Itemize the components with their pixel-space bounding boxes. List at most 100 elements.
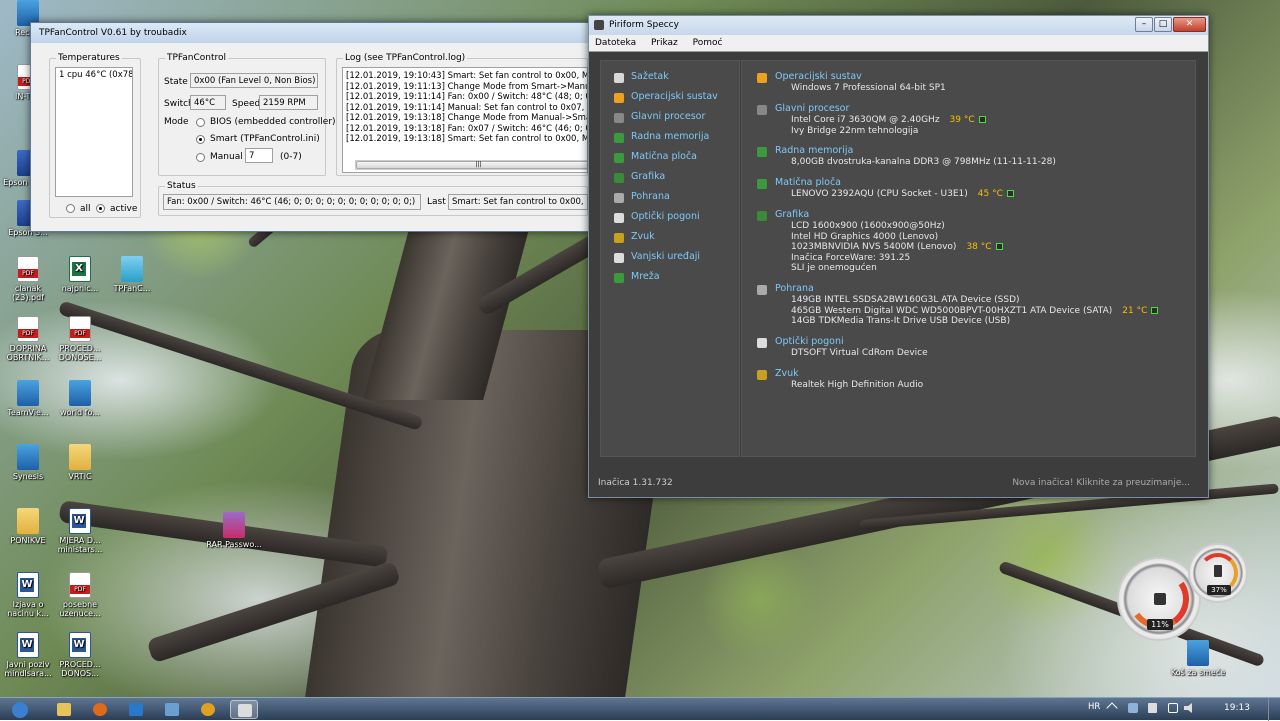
active-radio[interactable] [96, 204, 105, 213]
nav-item[interactable]: Pohrana [601, 188, 739, 208]
pdf-icon [69, 316, 91, 342]
manual-level-input[interactable]: 7 [245, 148, 273, 163]
scrollbar-thumb[interactable]: ||| [356, 161, 587, 169]
section-line-text: LCD 1600x900 (1600x900@50Hz) [791, 221, 945, 231]
desktop-icon[interactable]: VRTIC [52, 442, 108, 500]
maximize-button[interactable]: □ [1154, 17, 1172, 32]
word-icon [17, 632, 39, 658]
tray-usb-icon[interactable] [1148, 703, 1157, 713]
nav-item[interactable]: Grafika [601, 168, 739, 188]
log-list[interactable]: [12.01.2019, 19:10:43] Smart: Set fan co… [342, 67, 588, 173]
disc-icon [614, 213, 624, 223]
desktop-icon[interactable]: Synesis [0, 442, 56, 500]
rar-icon [223, 512, 245, 538]
ram-gauge: 37% [1188, 543, 1248, 603]
nav-item[interactable]: Sažetak [601, 68, 739, 88]
menu-prikaz[interactable]: Prikaz [651, 38, 678, 48]
mode-smart-radio[interactable] [196, 135, 205, 144]
windows-icon [614, 93, 624, 103]
temperature-graph-icon[interactable] [978, 116, 986, 123]
desktop-icon-label: MJERA D... ministars... [57, 536, 103, 554]
version-text: Inačica 1.31.732 [598, 478, 673, 488]
desktop-icon[interactable]: PROCED... DONOS... [52, 630, 108, 688]
desktop-icon[interactable]: TPFanC... [104, 254, 160, 312]
desktop-icon[interactable]: Izjava o nacinu k... [0, 570, 56, 628]
windows-icon [757, 73, 767, 83]
section-line: 8,00GB dvostruka-kanalna DDR3 @ 798MHz (… [791, 157, 1056, 167]
control-group: TPFanControl State 0x00 (Fan Level 0, No… [158, 53, 336, 176]
taskbar-item[interactable] [4, 700, 36, 719]
desktop-icon-label: PROCED... DONOS... [59, 660, 101, 678]
section-heading: Optički pogoni [775, 336, 844, 347]
language-indicator[interactable]: HR [1088, 702, 1100, 712]
nav-item[interactable]: Zvuk [601, 228, 739, 248]
desktop-icon[interactable]: PONIKVE [0, 506, 56, 564]
taskbar-item[interactable] [194, 700, 222, 719]
desktop-icon[interactable]: DOPRINA OBRTNIK... [0, 314, 56, 372]
speed-label: Speed [232, 99, 261, 109]
word-icon [69, 508, 91, 534]
status-value: Fan: 0x00 / Switch: 46°C (46; 0; 0; 0; 0… [163, 194, 421, 210]
nav-item[interactable]: Vanjski uređaji [601, 248, 739, 268]
tpfancontrol-window[interactable]: TPFanControl V0.61 by troubadix Temperat… [30, 22, 590, 232]
section-line: DTSOFT Virtual CdRom Device [791, 348, 928, 358]
nav-item[interactable]: Glavni procesor [601, 108, 739, 128]
temperature-value: 45 °C [977, 189, 1003, 199]
clock[interactable]: 19:13 [1224, 703, 1250, 713]
menu-datoteka[interactable]: Datoteka [595, 38, 636, 48]
desktop-icon[interactable]: PROCED... DONOSE... [52, 314, 108, 372]
desktop-icon[interactable]: Koš za smeće [1170, 638, 1226, 696]
speccy-window[interactable]: Piriform Speccy – □ ✕ Datoteka Prikaz Po… [588, 15, 1209, 498]
section-line: SLI je onemogućen [791, 263, 877, 273]
show-desktop-button[interactable] [1268, 698, 1280, 721]
temperature-list[interactable]: 1 cpu 46°C (0x78) [55, 67, 133, 197]
section-line: Ivy Bridge 22nm tehnologija [791, 126, 918, 136]
desktop-icon[interactable]: clanak (23).pdf [0, 254, 56, 312]
minimize-button[interactable]: – [1135, 17, 1153, 32]
nav-item[interactable]: Matična ploča [601, 148, 739, 168]
nav-item[interactable]: Mreža [601, 268, 739, 288]
firefox-icon [93, 703, 107, 716]
desktop-icon[interactable]: MJERA D... ministars... [52, 506, 108, 564]
nav-item[interactable]: Operacijski sustav [601, 88, 739, 108]
update-link[interactable]: Nova inačica! Kliknite za preuzimanje... [1012, 478, 1190, 488]
volume-icon[interactable] [1184, 703, 1192, 713]
speccy-nav: Sažetak Operacijski sustav Glavni procesor… [600, 60, 740, 457]
state-value: 0x00 (Fan Level 0, Non Bios) [190, 73, 318, 88]
taskbar-item[interactable] [86, 700, 114, 719]
teamviewer-icon [129, 703, 143, 716]
taskbar-item[interactable] [50, 700, 78, 719]
temperature-graph-icon[interactable] [1006, 190, 1014, 197]
temperature-graph-icon[interactable] [1151, 306, 1159, 314]
tray-network-icon[interactable] [1168, 703, 1178, 713]
menu-pomoc[interactable]: Pomoć [693, 38, 723, 48]
close-button[interactable]: ✕ [1173, 17, 1206, 32]
desktop-icon[interactable]: najpnic... [52, 254, 108, 312]
summary-icon [614, 73, 624, 83]
desktop-icon[interactable]: posebne uzenuce... [52, 570, 108, 628]
desktop-icon[interactable]: RAR Passwo... [206, 510, 262, 568]
taskbar-item[interactable] [158, 700, 186, 719]
desktop-icon[interactable]: Javni poziv mindlsara... [0, 630, 56, 688]
desktop-icon[interactable]: world fo... [52, 378, 108, 436]
taskbar-item[interactable] [230, 700, 258, 719]
mode-bios-radio[interactable] [196, 118, 205, 127]
all-radio[interactable] [66, 204, 75, 213]
log-horizontal-scrollbar[interactable]: ||| [355, 160, 587, 170]
temperature-graph-icon[interactable] [995, 243, 1003, 250]
section-line-text: 14GB TDKMedia Trans-It Drive USB Device … [791, 316, 1011, 326]
tray-app-icon[interactable] [1128, 703, 1138, 713]
log-line: [12.01.2019, 19:13:18] Smart: Set fan co… [346, 134, 587, 144]
desktop-icon[interactable]: TeamVie... [0, 378, 56, 436]
nav-item[interactable]: Optički pogoni [601, 208, 739, 228]
nav-item[interactable]: Radna memorija [601, 128, 739, 148]
temperature-item[interactable]: 1 cpu 46°C (0x78) [59, 70, 132, 80]
taskbar-item[interactable] [122, 700, 150, 719]
ram-icon [757, 147, 767, 157]
state-label: State [164, 77, 188, 87]
switch-value: 46°C [190, 95, 226, 110]
show-hidden-icons-arrow[interactable] [1106, 702, 1118, 714]
pdf-icon [17, 316, 39, 342]
last-label: Last [427, 197, 446, 207]
mode-manual-radio[interactable] [196, 153, 205, 162]
